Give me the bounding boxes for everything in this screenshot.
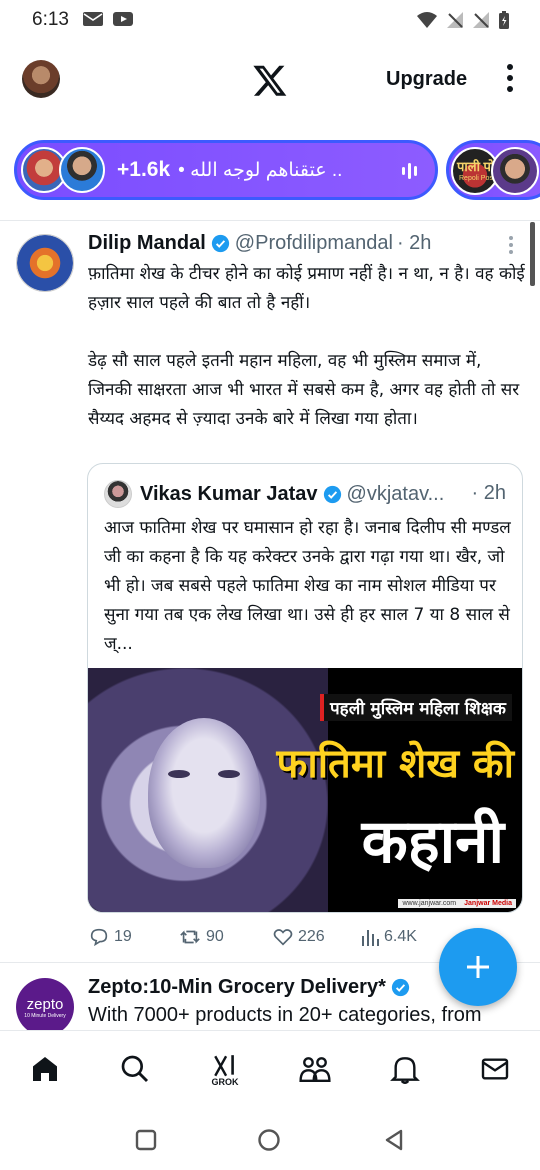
quote-header: Vikas Kumar Jatav @vkjatav... <box>104 480 444 508</box>
bottom-nav: GROK <box>0 1030 540 1106</box>
wifi-icon <box>417 12 437 28</box>
repost-count: 90 <box>206 928 224 945</box>
heart-icon <box>273 929 293 946</box>
space-logo-subtext: Repoli Post <box>459 175 495 182</box>
upgrade-button[interactable]: Upgrade <box>386 68 467 91</box>
tweet-time: · 2h <box>396 232 432 254</box>
image-footer-site: www.janjwar.com <box>402 900 457 907</box>
grok-label: GROK <box>211 1077 239 1087</box>
views-icon <box>362 930 379 946</box>
space-title: • عتقناهم لوجه الله .. <box>178 159 343 181</box>
repost-button[interactable]: 90 <box>178 926 224 948</box>
recents-button[interactable] <box>134 1128 158 1152</box>
nav-search[interactable] <box>117 1053 153 1089</box>
compose-button[interactable] <box>439 928 517 1006</box>
messages-icon <box>481 1058 509 1080</box>
image-headline-white: कहानी <box>361 807 504 877</box>
more-options-icon[interactable] <box>500 64 520 96</box>
space-logo-text: पाली पो <box>457 159 495 174</box>
verified-badge-icon <box>391 978 410 997</box>
advertiser-name[interactable]: Zepto:10-Min Grocery Delivery* <box>88 976 386 999</box>
tweet-more-icon[interactable] <box>506 236 516 257</box>
image-headline-yellow: फातिमा शेख की <box>276 741 515 787</box>
tweet[interactable]: Dilip Mandal @Profdilipmandal · 2h फ़ाति… <box>0 222 540 962</box>
nav-messages[interactable] <box>477 1053 513 1089</box>
advertiser-logo-text: zepto <box>26 995 64 1013</box>
android-nav-bar <box>0 1106 540 1170</box>
youtube-icon <box>113 12 133 26</box>
space-listener-count: +1.6k <box>117 158 171 181</box>
status-time: 6:13 <box>32 9 69 30</box>
author-avatar[interactable] <box>16 234 74 292</box>
grok-icon <box>214 1055 234 1077</box>
nav-grok[interactable]: GROK <box>207 1053 243 1089</box>
x-logo-icon[interactable] <box>252 62 288 98</box>
battery-icon <box>499 11 509 29</box>
plus-icon <box>467 956 489 978</box>
search-icon <box>121 1055 149 1083</box>
notifications-icon <box>390 1057 420 1084</box>
status-bar: 6:13 <box>0 0 540 40</box>
live-space-pill-2[interactable]: पाली पो Repoli Post <box>446 140 540 200</box>
image-footer-brand: Janjwar Media <box>464 900 512 907</box>
top-nav: Upgrade <box>0 48 540 112</box>
space-host-avatar <box>59 147 105 193</box>
mail-icon <box>83 12 103 26</box>
like-count: 226 <box>298 928 325 945</box>
home-button[interactable] <box>257 1128 281 1152</box>
verified-badge-icon <box>211 234 229 253</box>
quote-author-name: Vikas Kumar Jatav <box>140 482 318 505</box>
space-host-avatars <box>21 145 111 195</box>
divider <box>0 220 540 221</box>
reply-icon <box>90 928 108 947</box>
advertiser-text: With 7000+ products in 20+ categories, f… <box>88 1004 482 1026</box>
nav-home[interactable] <box>27 1053 63 1089</box>
author-handle[interactable]: @Profdilipmandal <box>235 232 393 255</box>
quote-text: आज फातिमा शेख पर घमासान हो रहा है। जनाब … <box>104 518 517 654</box>
quote-time: · 2h <box>471 482 506 504</box>
advertiser-header: Zepto:10-Min Grocery Delivery* <box>88 976 415 999</box>
image-footer: www.janjwar.com Janjwar Media <box>398 899 516 908</box>
views-button[interactable]: 6.4K <box>360 926 417 948</box>
status-right-icons <box>416 10 510 30</box>
advertiser-avatar[interactable]: zepto 10 Minute Delivery <box>16 978 74 1030</box>
quote-author-handle: @vkjatav... <box>346 482 445 505</box>
quoted-tweet[interactable]: Vikas Kumar Jatav @vkjatav... · 2h आज फा… <box>87 463 523 913</box>
author-name[interactable]: Dilip Mandal <box>88 232 206 255</box>
quote-media-image[interactable]: पहली मुस्लिम महिला शिक्षक फातिमा शेख की … <box>88 668 522 912</box>
tweet-text: फ़ातिमा शेख के टीचर होने का कोई प्रमाण न… <box>88 264 525 429</box>
verified-badge-icon <box>323 485 341 503</box>
space-host-avatar <box>491 147 539 195</box>
back-button[interactable] <box>382 1128 406 1152</box>
reply-button[interactable]: 19 <box>88 926 132 948</box>
views-count: 6.4K <box>384 928 417 945</box>
repost-icon <box>180 930 200 944</box>
portrait-illustration <box>88 668 328 912</box>
no-signal-icon <box>473 12 489 28</box>
quote-author-avatar <box>104 480 132 508</box>
image-banner-text: पहली मुस्लिम महिला शिक्षक <box>320 694 512 721</box>
home-icon <box>33 1057 57 1081</box>
communities-icon <box>299 1057 331 1082</box>
like-button[interactable]: 226 <box>272 926 325 948</box>
no-signal-icon <box>447 12 463 28</box>
nav-notifications[interactable] <box>387 1053 423 1089</box>
portrait-face <box>148 718 260 868</box>
advertiser-logo-subtext: 10 Minute Delivery <box>24 1012 66 1019</box>
audio-wave-icon <box>402 163 417 179</box>
nav-communities[interactable] <box>297 1053 333 1089</box>
profile-avatar[interactable] <box>22 60 60 98</box>
live-space-pill[interactable]: +1.6k • عتقناهم لوجه الله .. <box>14 140 438 200</box>
tweet-header: Dilip Mandal @Profdilipmandal · 2h <box>88 232 431 255</box>
scrollbar[interactable] <box>530 222 535 286</box>
spaces-bar: +1.6k • عتقناهم لوجه الله .. पाली पो Rep… <box>0 140 540 204</box>
status-left-icons <box>82 10 134 28</box>
reply-count: 19 <box>114 928 132 945</box>
